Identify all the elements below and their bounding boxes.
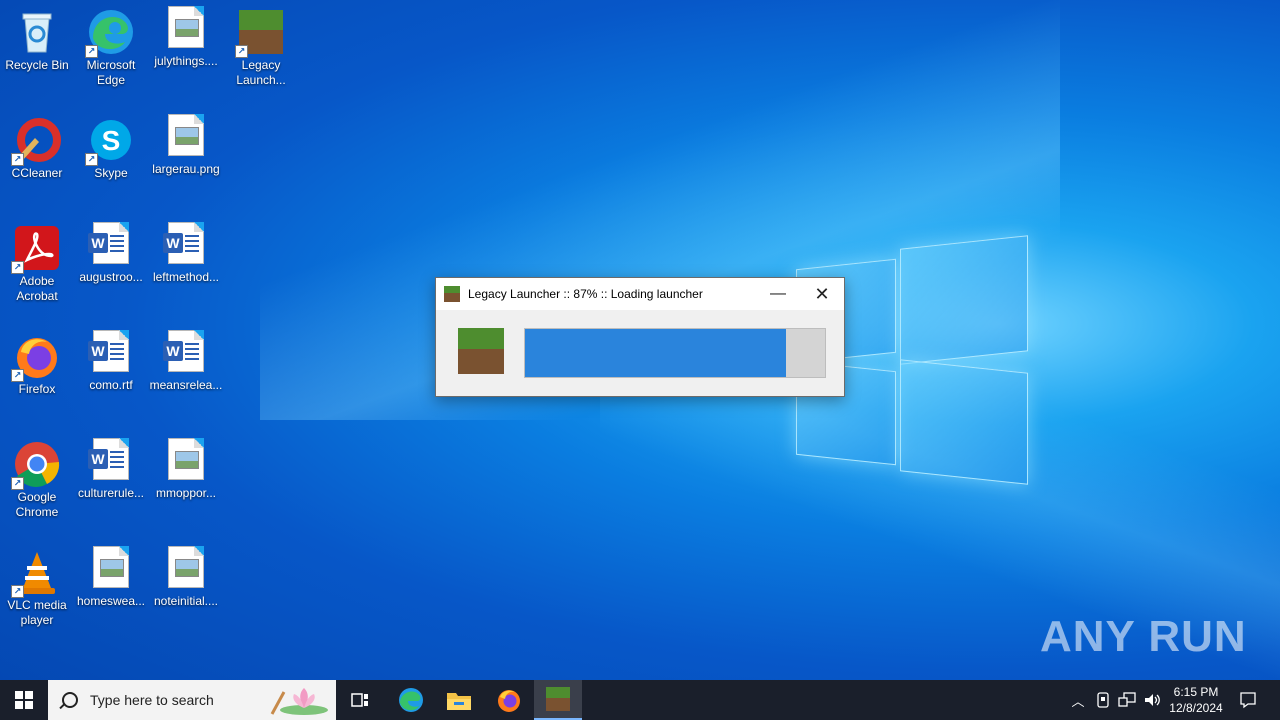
taskbar-legacy-launcher[interactable] [534,680,582,720]
minecraft-icon [546,687,570,711]
desktop-icon-homeswea[interactable]: homeswea... [74,542,148,609]
image-file-icon [168,6,204,48]
desktop-icon-adobe-acrobat[interactable]: ↗ Adobe Acrobat [0,218,74,304]
task-view-icon [351,693,368,707]
desktop-icon-vlc[interactable]: ↗ VLC media player [0,542,74,628]
word-doc-icon: W [88,438,129,480]
start-button[interactable] [0,680,48,720]
dialog-title: Legacy Launcher :: 87% :: Loading launch… [468,287,703,301]
loading-progress-bar [524,328,826,378]
desktop-icon-google-chrome[interactable]: ↗ Google Chrome [0,434,74,520]
notifications-button[interactable] [1232,680,1264,720]
close-button[interactable]: ✕ [800,278,844,310]
taskbar-edge[interactable] [387,680,435,720]
progress-fill [525,329,786,377]
taskbar-clock[interactable]: 6:15 PM 12/8/2024 [1160,680,1232,720]
device-icon [1097,692,1109,708]
edge-icon: ↗ [85,8,135,58]
windows-logo-icon [15,691,33,709]
minecraft-icon [444,286,460,302]
ccleaner-icon: ↗ [11,116,61,166]
image-file-icon [168,546,204,588]
taskbar-firefox[interactable] [485,680,533,720]
firefox-icon: ↗ [11,332,61,382]
image-file-icon [168,114,204,156]
dialog-titlebar[interactable]: Legacy Launcher :: 87% :: Loading launch… [436,278,844,310]
desktop-icon-largerau[interactable]: largerau.png [149,110,223,177]
desktop-icon-microsoft-edge[interactable]: ↗ Microsoft Edge [74,2,148,88]
chevron-up-icon: ︿ [1071,693,1085,709]
taskbar-file-explorer[interactable] [435,680,483,720]
legacy-launcher-dialog: Legacy Launcher :: 87% :: Loading launch… [435,277,845,397]
desktop-icon-culturerule[interactable]: W culturerule... [74,434,148,501]
word-doc-icon: W [88,330,129,372]
minecraft-block-icon [458,328,504,374]
desktop-icon-skype[interactable]: S ↗ Skype [74,110,148,181]
taskbar: Type here to search ︿ 6:15 PM 12/8/2024 [0,680,1280,720]
svg-text:S: S [102,125,121,156]
acrobat-icon: ↗ [11,224,61,274]
desktop-icon-mmoppor[interactable]: mmoppor... [149,434,223,501]
recycle-bin-icon [13,8,61,56]
desktop-icon-ccleaner[interactable]: ↗ CCleaner [0,110,74,181]
tray-device-icon-button[interactable] [1092,680,1114,720]
image-file-icon [168,438,204,480]
edge-icon [399,688,423,712]
clock-date: 12/8/2024 [1169,701,1223,715]
chrome-icon: ↗ [11,440,61,490]
word-doc-icon: W [163,330,204,372]
desktop-icon-meansrelea[interactable]: W meansrelea... [149,326,223,393]
minimize-button[interactable]: — [756,278,800,310]
search-box[interactable]: Type here to search [48,680,336,720]
network-button[interactable] [1115,680,1139,720]
lotus-decoration-icon [270,688,328,715]
desktop-icon-legacy-launcher[interactable]: ↗ Legacy Launch... [224,2,298,88]
desktop-icon-recycle-bin[interactable]: Recycle Bin [0,2,74,73]
search-placeholder: Type here to search [90,692,214,708]
notification-icon [1240,692,1256,709]
clock-time: 6:15 PM [1173,685,1219,699]
file-explorer-icon [447,693,471,710]
desktop-icon-como[interactable]: W como.rtf [74,326,148,393]
show-hidden-icons-button[interactable]: ︿ [1066,680,1090,720]
vlc-icon: ↗ [11,548,61,598]
image-file-icon [93,546,129,588]
word-doc-icon: W [88,222,129,264]
desktop-icon-leftmethod[interactable]: W leftmethod... [149,218,223,285]
search-icon [62,692,78,708]
task-view-button[interactable] [336,680,384,720]
skype-icon: S ↗ [85,116,135,166]
desktop-icon-noteinitial[interactable]: noteinitial.... [149,542,223,609]
desktop-icon-augustroo[interactable]: W augustroo... [74,218,148,285]
anyrun-watermark: ANY RUN [1040,612,1247,661]
speaker-icon [1145,694,1160,706]
firefox-icon [498,690,520,712]
minecraft-icon: ↗ [235,8,285,58]
word-doc-icon: W [163,222,204,264]
network-icon [1118,692,1136,707]
desktop-icon-julythings[interactable]: julythings.... [149,2,223,69]
desktop-icon-firefox[interactable]: ↗ Firefox [0,326,74,397]
